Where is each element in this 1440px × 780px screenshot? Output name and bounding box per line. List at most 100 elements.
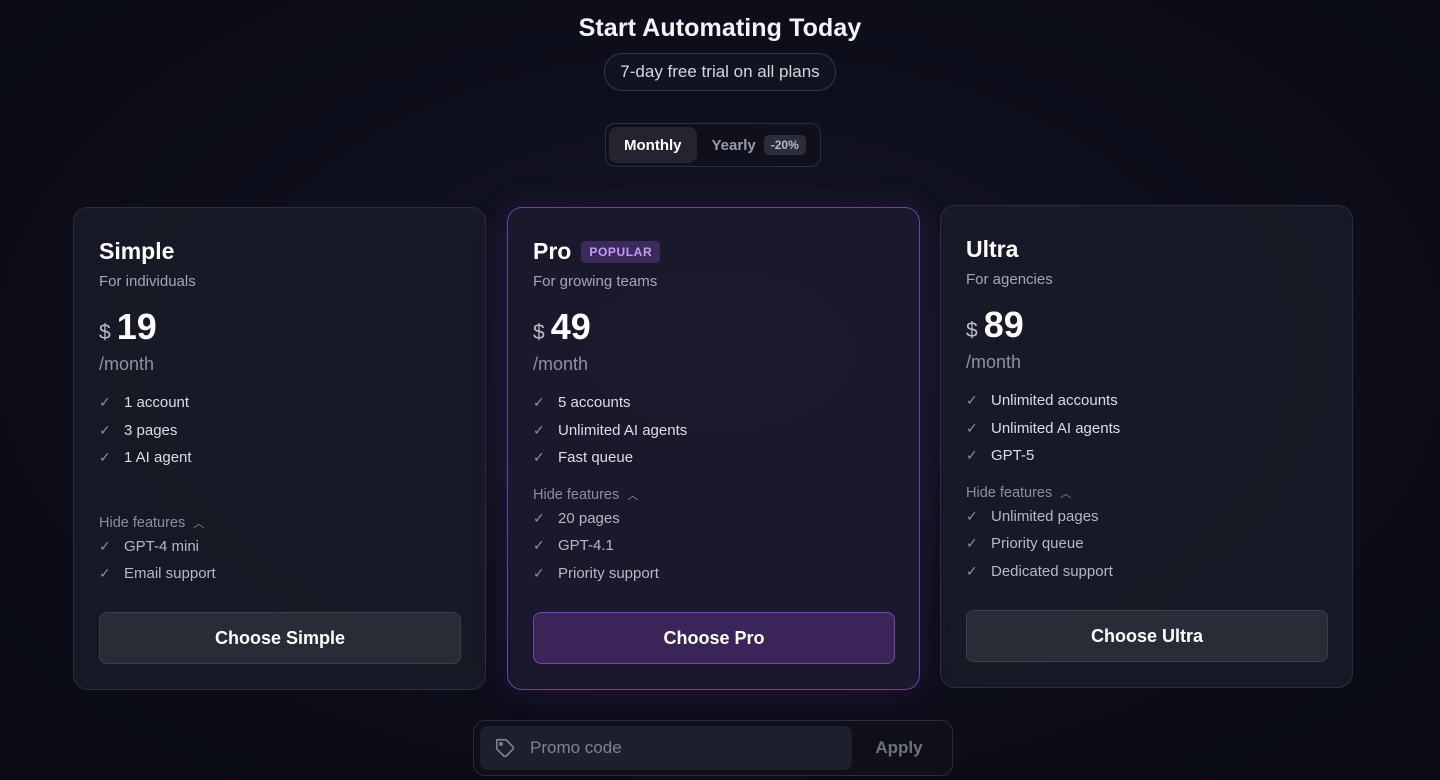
- yearly-toggle-button[interactable]: Yearly -20%: [697, 127, 821, 163]
- apply-promo-button[interactable]: Apply: [852, 738, 946, 758]
- check-icon: ✓: [966, 419, 978, 436]
- price-period: /month: [533, 354, 589, 374]
- feature-label: 3 pages: [124, 421, 178, 439]
- feature-item: ✓ Unlimited AI agents: [966, 415, 1327, 443]
- choose-simple-button[interactable]: Choose Simple: [99, 612, 461, 664]
- extra-feature-list: ✓ GPT-4 mini ✓ Email support: [99, 533, 460, 588]
- hide-features-toggle[interactable]: Hide features ︿: [533, 487, 894, 503]
- monthly-toggle-button[interactable]: Monthly: [609, 127, 697, 163]
- plan-card-ultra: Ultra For agencies $ 89 /month ✓ Unlimite…: [940, 205, 1353, 688]
- check-icon: ✓: [533, 509, 545, 526]
- feature-item: ✓ 3 pages: [99, 417, 460, 445]
- price-amount: 89: [983, 304, 1024, 345]
- feature-list: ✓ 5 accounts ✓ Unlimited AI agents ✓ Fast q…: [533, 389, 894, 472]
- check-icon: ✓: [533, 394, 545, 411]
- tag-icon: [494, 737, 516, 759]
- feature-item: ✓ Unlimited pages: [966, 503, 1327, 531]
- currency-symbol: $: [966, 319, 978, 342]
- price-period: /month: [99, 354, 155, 374]
- feature-item: ✓ 1 account: [99, 389, 460, 417]
- feature-label: 20 pages: [558, 509, 620, 527]
- billing-toggle: Monthly Yearly -20%: [605, 123, 821, 167]
- plan-name-text: Pro: [533, 238, 572, 264]
- feature-label: Unlimited AI agents: [991, 419, 1121, 437]
- check-icon: ✓: [99, 394, 111, 411]
- extra-feature-list: ✓ 20 pages ✓ GPT-4.1 ✓ Priority support: [533, 505, 894, 588]
- currency-symbol: $: [533, 321, 545, 344]
- price-amount: 49: [550, 306, 591, 347]
- feature-item: ✓ Unlimited accounts: [966, 387, 1327, 415]
- discount-badge: -20%: [763, 135, 806, 155]
- feature-label: Email support: [124, 565, 216, 583]
- feature-item: ✓ 1 AI agent: [99, 444, 460, 472]
- check-icon: ✓: [533, 537, 545, 554]
- plan-description: For agencies: [966, 271, 1053, 288]
- feature-list: ✓ 1 account ✓ 3 pages ✓ 1 AI agent: [99, 389, 460, 472]
- check-icon: ✓: [99, 537, 111, 554]
- feature-label: Dedicated support: [991, 562, 1113, 580]
- monthly-label: Monthly: [624, 136, 682, 154]
- check-icon: ✓: [533, 449, 545, 466]
- check-icon: ✓: [533, 421, 545, 438]
- plan-name-text: Simple: [99, 238, 175, 264]
- check-icon: ✓: [99, 421, 111, 438]
- feature-label: Priority support: [558, 564, 659, 582]
- choose-pro-button[interactable]: Choose Pro: [533, 612, 895, 664]
- trial-pill: 7-day free trial on all plans: [604, 53, 836, 91]
- feature-item: ✓ Priority support: [533, 560, 894, 588]
- plan-name-text: Ultra: [966, 236, 1019, 262]
- feature-item: ✓ Dedicated support: [966, 558, 1327, 586]
- price-period: /month: [966, 352, 1022, 372]
- feature-label: GPT-5: [991, 447, 1035, 465]
- feature-label: 1 AI agent: [124, 449, 192, 467]
- promo-code-input[interactable]: [530, 738, 830, 758]
- check-icon: ✓: [966, 507, 978, 524]
- promo-field: [480, 726, 852, 770]
- feature-item: ✓ GPT-5: [966, 442, 1327, 470]
- feature-label: Unlimited pages: [991, 507, 1099, 525]
- plan-name: Simple: [99, 238, 460, 265]
- feature-item: ✓ Unlimited AI agents: [533, 417, 894, 445]
- popular-badge: POPULAR: [581, 240, 661, 263]
- feature-item: ✓ GPT-4 mini: [99, 533, 460, 561]
- currency-symbol: $: [99, 321, 111, 344]
- page-title: Start Automating Today: [578, 14, 862, 42]
- feature-label: 1 account: [124, 394, 190, 412]
- feature-item: ✓ 5 accounts: [533, 389, 894, 417]
- plan-description: For growing teams: [533, 273, 658, 290]
- feature-label: GPT-4 mini: [124, 537, 200, 555]
- hide-features-toggle[interactable]: Hide features ︿: [966, 485, 1327, 501]
- extra-feature-list: ✓ Unlimited pages ✓ Priority queue ✓ Dedica…: [966, 503, 1327, 586]
- check-icon: ✓: [99, 565, 111, 582]
- promo-code-bar: Apply: [473, 720, 953, 776]
- check-icon: ✓: [966, 535, 978, 552]
- yearly-label: Yearly: [711, 136, 756, 154]
- feature-item: ✓ 20 pages: [533, 505, 894, 533]
- pricing-header: Start Automating Today 7-day free trial …: [0, 14, 1440, 91]
- plan-price: $ 49: [533, 306, 894, 348]
- hide-features-label: Hide features: [966, 484, 1053, 501]
- chevron-up-icon: ︿: [627, 489, 639, 502]
- plan-price: $ 89: [966, 304, 1327, 346]
- hide-features-toggle[interactable]: Hide features ︿: [99, 515, 460, 531]
- check-icon: ✓: [966, 392, 978, 409]
- plan-name: Pro POPULAR: [533, 238, 894, 265]
- feature-label: Priority queue: [991, 535, 1084, 553]
- feature-label: GPT-4.1: [558, 537, 614, 555]
- feature-label: Unlimited AI agents: [558, 421, 688, 439]
- feature-item: ✓ GPT-4.1: [533, 532, 894, 560]
- feature-list: ✓ Unlimited accounts ✓ Unlimited AI agents…: [966, 387, 1327, 470]
- hide-features-label: Hide features: [99, 514, 186, 531]
- plan-card-simple: Simple For individuals $ 19 /month ✓ 1 ac…: [73, 207, 486, 690]
- check-icon: ✓: [966, 447, 978, 464]
- plan-price: $ 19: [99, 306, 460, 348]
- chevron-up-icon: ︿: [193, 517, 205, 530]
- check-icon: ✓: [533, 564, 545, 581]
- chevron-up-icon: ︿: [1060, 487, 1072, 500]
- feature-label: Fast queue: [558, 449, 634, 467]
- check-icon: ✓: [99, 449, 111, 466]
- plan-card-pro: Pro POPULAR For growing teams $ 49 /mont…: [507, 207, 920, 690]
- choose-ultra-button[interactable]: Choose Ultra: [966, 610, 1328, 662]
- plan-name: Ultra: [966, 236, 1327, 263]
- feature-label: Unlimited accounts: [991, 392, 1118, 410]
